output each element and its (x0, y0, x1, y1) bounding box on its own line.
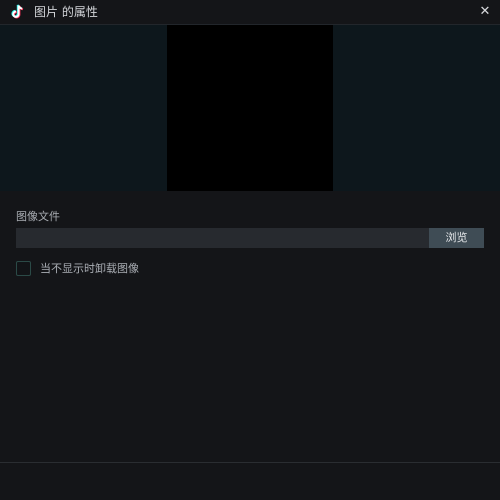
unload-when-hidden-checkbox[interactable] (16, 261, 31, 276)
unload-when-hidden-label[interactable]: 当不显示时卸载图像 (40, 261, 139, 276)
image-file-label: 图像文件 (16, 210, 60, 223)
preview-image (167, 25, 333, 191)
tiktok-note-icon (9, 4, 25, 20)
image-file-input[interactable] (16, 228, 429, 248)
footer-bar (0, 462, 500, 500)
title-bar: 图片 的属性 ✕ (0, 0, 500, 25)
close-button[interactable]: ✕ (476, 3, 494, 21)
browse-button[interactable]: 浏览 (429, 228, 484, 248)
image-preview-area (0, 25, 500, 191)
window-title: 图片 的属性 (34, 5, 98, 19)
